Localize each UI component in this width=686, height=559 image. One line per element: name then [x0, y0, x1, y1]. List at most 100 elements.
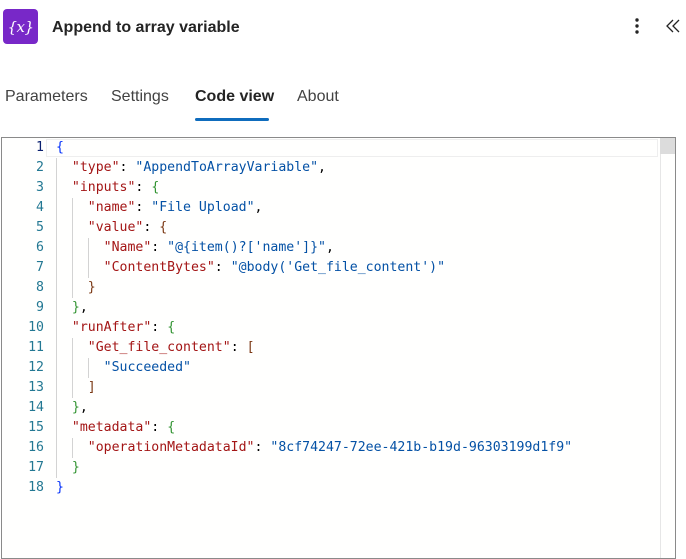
code-token: "metadata" [71, 420, 152, 435]
code-token: "type" [71, 160, 120, 175]
line-number: 9 [36, 300, 44, 315]
tab-bar: Parameters Settings Code view About [0, 84, 686, 124]
action-title[interactable]: Append to array variable [52, 19, 240, 37]
code-token: } [71, 300, 80, 315]
code-token: "operationMetadataId" [87, 440, 255, 455]
code-text: } [56, 478, 64, 498]
line-number: 5 [36, 220, 44, 235]
code-token: "AppendToArrayVariable" [135, 160, 319, 175]
collapse-panel-button[interactable] [661, 14, 685, 38]
code-token: "@{item()?['name']}" [167, 240, 326, 255]
code-text: "metadata": { [56, 418, 175, 438]
active-tab-indicator [195, 118, 269, 121]
code-token: "8cf74247-72ee-421b-b19d-96303199d1f9" [270, 440, 573, 455]
editor-scrollbar[interactable] [660, 138, 675, 558]
code-token: : [254, 440, 271, 455]
line-number: 16 [28, 440, 44, 455]
code-token: : [135, 180, 152, 195]
code-token: : [214, 260, 231, 275]
code-token: { [167, 420, 176, 435]
line-number: 10 [28, 320, 44, 335]
code-token: , [79, 300, 88, 315]
indent-guide [71, 338, 73, 398]
line-number: 12 [28, 360, 44, 375]
code-token: , [79, 400, 88, 415]
code-token: : [230, 340, 247, 355]
code-text: "runAfter": { [56, 318, 175, 338]
code-token: , [325, 240, 334, 255]
line-number: 7 [36, 260, 44, 275]
code-token: "name" [87, 200, 136, 215]
code-token: } [56, 480, 64, 495]
panel-header: {x} Append to array variable [0, 0, 686, 58]
code-text: "Name": "@{item()?['name']}", [56, 238, 334, 258]
code-token: "value" [87, 220, 144, 235]
code-text: "inputs": { [56, 178, 159, 198]
code-text: } [56, 458, 80, 478]
scrollbar-thumb[interactable] [660, 138, 675, 154]
line-number: 4 [36, 200, 44, 215]
code-token: : [143, 220, 160, 235]
code-token: "ContentBytes" [103, 260, 215, 275]
code-text: "name": "File Upload", [56, 198, 263, 218]
tab-settings[interactable]: Settings [111, 88, 169, 106]
code-token: : [151, 240, 168, 255]
line-number: 11 [28, 340, 44, 355]
line-number: 13 [28, 380, 44, 395]
code-token: : [151, 420, 168, 435]
code-text: "Succeeded" [56, 358, 191, 378]
code-text: }, [56, 398, 88, 418]
code-token: : [151, 320, 168, 335]
variable-icon: {x} [3, 9, 38, 44]
tab-about[interactable]: About [297, 88, 339, 106]
code-text: "operationMetadataId": "8cf74247-72ee-42… [56, 438, 572, 458]
code-token: { [151, 180, 160, 195]
code-token: [ [246, 340, 255, 355]
indent-guide [87, 358, 89, 378]
code-token: } [87, 280, 96, 295]
code-editor[interactable]: 1 {2 "type": "AppendToArrayVariable", 3 "i… [1, 137, 676, 559]
code-token: : [119, 160, 136, 175]
code-token: } [71, 400, 80, 415]
line-number: 8 [36, 280, 44, 295]
code-token: : [135, 200, 152, 215]
code-token: , [318, 160, 326, 175]
code-text: } [56, 278, 96, 298]
more-options-button[interactable] [626, 14, 648, 38]
double-chevron-left-icon [666, 19, 680, 33]
tab-parameters[interactable]: Parameters [5, 88, 88, 106]
tab-code-view[interactable]: Code view [195, 88, 274, 106]
line-number: 14 [28, 400, 44, 415]
current-line-highlight [46, 139, 658, 157]
code-text: { [56, 138, 64, 158]
line-number: 15 [28, 420, 44, 435]
code-text: }, [56, 298, 88, 318]
line-number: 6 [36, 240, 44, 255]
code-text: "Get_file_content": [ [56, 338, 255, 358]
code-token: "@body('Get_file_content')" [230, 260, 446, 275]
code-token: "inputs" [71, 180, 136, 195]
line-number: 17 [28, 460, 44, 475]
indent-guide [87, 238, 89, 278]
code-token: "Succeeded" [103, 360, 191, 375]
code-token: ] [87, 380, 96, 395]
more-vertical-icon [635, 18, 639, 34]
code-text: ] [56, 378, 96, 398]
line-number: 2 [36, 160, 44, 175]
line-number: 18 [28, 480, 44, 495]
indent-guide [71, 198, 73, 298]
line-number: 3 [36, 180, 44, 195]
code-token: } [71, 460, 80, 475]
variable-icon-glyph: {x} [7, 17, 34, 36]
code-token: "Name" [103, 240, 152, 255]
indent-guide [56, 158, 57, 478]
